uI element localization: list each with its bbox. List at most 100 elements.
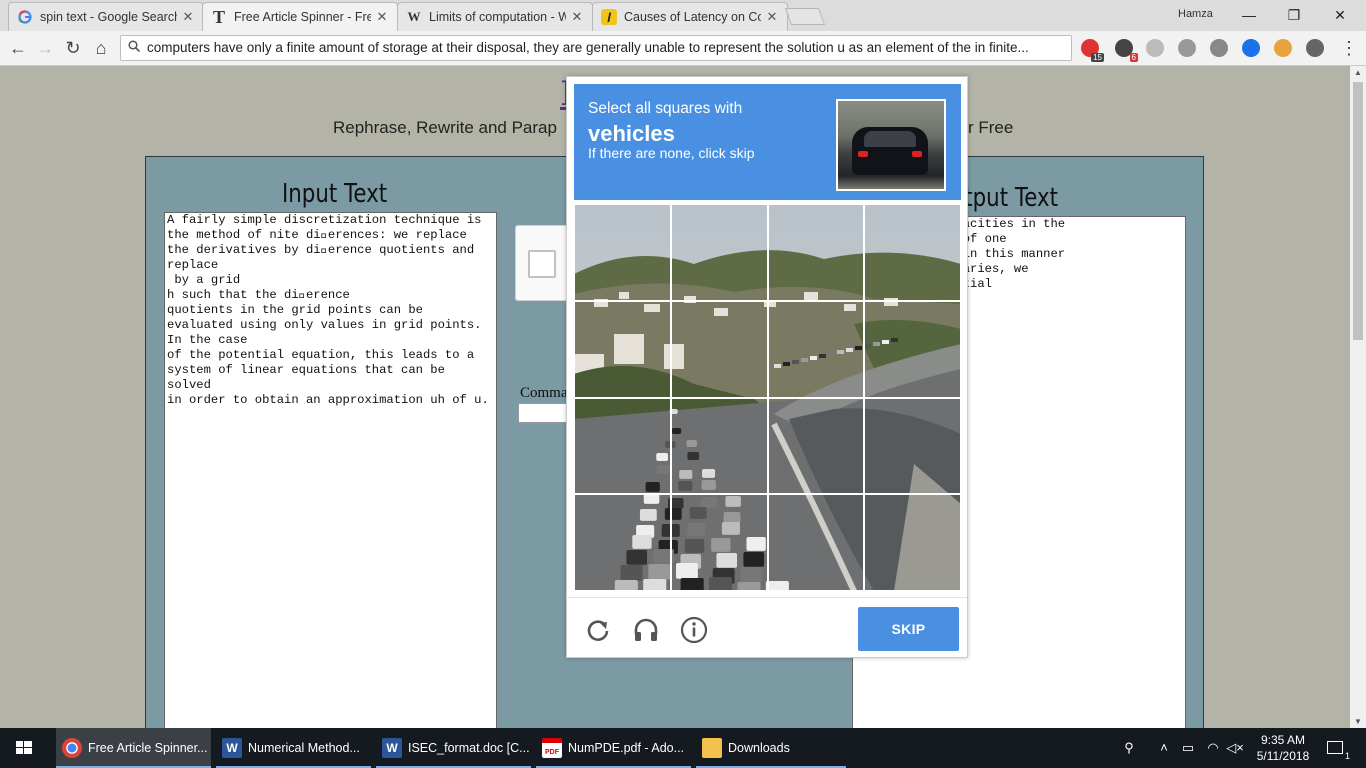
- taskbar-item-label: Numerical Method...: [248, 741, 360, 755]
- captcha-tile[interactable]: [864, 398, 961, 495]
- notification-center-icon[interactable]: 1: [1320, 728, 1350, 768]
- captcha-tile[interactable]: [671, 301, 768, 398]
- extension-puzzle-icon[interactable]: [1210, 39, 1228, 57]
- google-icon: [17, 9, 33, 25]
- captcha-tile[interactable]: [574, 494, 671, 591]
- captcha-tile[interactable]: [671, 398, 768, 495]
- forward-icon[interactable]: →: [32, 35, 58, 61]
- people-icon[interactable]: ⚲: [1118, 728, 1140, 768]
- extension-badge: 15: [1091, 53, 1104, 62]
- restore-icon[interactable]: ❐: [1274, 4, 1314, 26]
- browser-toolbar: ← → ↻ ⌂ computers have only a finite amo…: [0, 31, 1366, 66]
- site-icon: l: [601, 9, 617, 25]
- captcha-tile[interactable]: [768, 494, 865, 591]
- captcha-tile[interactable]: [671, 494, 768, 591]
- instruction-text: Select all squares with: [588, 100, 743, 117]
- scroll-up-icon[interactable]: ▲: [1350, 68, 1366, 77]
- word-icon: W: [222, 738, 242, 758]
- scroll-thumb[interactable]: [1353, 82, 1363, 340]
- windows-start-icon[interactable]: [0, 728, 48, 768]
- taskbar-item[interactable]: PDF NumPDE.pdf - Ado...: [536, 728, 691, 768]
- battery-icon[interactable]: ▭: [1178, 728, 1198, 768]
- taskbar-item[interactable]: Free Article Spinner...: [56, 728, 211, 768]
- scroll-down-icon[interactable]: ▼: [1350, 717, 1366, 726]
- headphones-icon[interactable]: [632, 616, 660, 644]
- taskbar-item[interactable]: W ISEC_format.doc [C...: [376, 728, 531, 768]
- back-icon[interactable]: ←: [5, 35, 31, 61]
- t-site-icon: T: [212, 6, 225, 27]
- windows-taskbar: Free Article Spinner... W Numerical Method…: [0, 728, 1366, 768]
- extension-badge: 6: [1129, 53, 1138, 62]
- extension-cube-icon[interactable]: [1178, 39, 1196, 57]
- search-icon: [128, 36, 141, 60]
- captcha-tile[interactable]: [574, 204, 671, 301]
- captcha-tile[interactable]: [768, 301, 865, 398]
- wikipedia-icon: W: [407, 9, 421, 24]
- captcha-tile[interactable]: [768, 204, 865, 301]
- chrome-icon: [62, 738, 82, 758]
- close-icon[interactable]: ✕: [375, 9, 389, 25]
- tab-title: Limits of computation - W: [429, 10, 566, 24]
- captcha-tile[interactable]: [768, 398, 865, 495]
- reload-challenge-icon[interactable]: [584, 616, 612, 644]
- tail-light: [858, 151, 868, 157]
- input-heading: Input Text: [282, 179, 388, 209]
- captcha-tile[interactable]: [671, 204, 768, 301]
- captcha-tile[interactable]: [574, 301, 671, 398]
- extension-wave-icon[interactable]: [1242, 39, 1260, 57]
- reload-icon[interactable]: ↻: [60, 35, 86, 61]
- close-window-icon[interactable]: ✕: [1320, 4, 1360, 26]
- profile-name[interactable]: Hamza: [1178, 8, 1213, 20]
- clock-date: 5/11/2018: [1256, 749, 1310, 763]
- recaptcha-checkbox[interactable]: [528, 250, 556, 278]
- info-icon[interactable]: [680, 616, 708, 644]
- minimize-icon[interactable]: —: [1229, 4, 1269, 26]
- folder-icon: [702, 738, 722, 758]
- tail-light: [912, 151, 922, 157]
- captcha-tile[interactable]: [864, 301, 961, 398]
- close-icon[interactable]: ✕: [765, 9, 779, 25]
- volume-muted-icon[interactable]: ◁×: [1224, 728, 1246, 768]
- extension-dark-icon[interactable]: 6: [1115, 39, 1138, 62]
- extension-grey-icon[interactable]: [1146, 39, 1164, 57]
- extension-red-icon[interactable]: 15: [1081, 39, 1104, 62]
- close-icon[interactable]: ✕: [570, 9, 584, 25]
- tab-latency[interactable]: l Causes of Latency on Co ✕: [592, 2, 788, 31]
- tab-title: spin text - Google Search: [40, 10, 177, 24]
- tab-title: Free Article Spinner - Free: [234, 10, 371, 24]
- captcha-instructions: Select all squares with vehicles If ther…: [574, 84, 961, 200]
- tray-chevron-icon[interactable]: ˄: [1154, 728, 1174, 768]
- taskbar-item-label: ISEC_format.doc [C...: [408, 741, 530, 755]
- notification-count: 1: [1344, 751, 1350, 761]
- clock-time: 9:35 AM: [1260, 733, 1306, 747]
- extension-pin-icon[interactable]: [1274, 39, 1292, 57]
- taskbar-item-label: Free Article Spinner...: [88, 741, 208, 755]
- wifi-icon[interactable]: ◠: [1202, 728, 1224, 768]
- close-icon[interactable]: ✕: [181, 9, 195, 25]
- command-label: Comma: [520, 385, 568, 401]
- address-bar[interactable]: computers have only a finite amount of s…: [120, 35, 1072, 61]
- pdf-icon: PDF: [542, 738, 562, 758]
- captcha-tile[interactable]: [574, 398, 671, 495]
- extension-dropper-icon[interactable]: [1306, 39, 1324, 57]
- menu-icon[interactable]: ⋮: [1336, 35, 1362, 61]
- captcha-image-grid: [574, 204, 961, 591]
- input-textarea[interactable]: A fairly simple discretization technique…: [164, 212, 497, 728]
- skip-button[interactable]: SKIP: [858, 607, 959, 651]
- tagline: Rephrase, Rewrite and Parap: [333, 118, 557, 137]
- page-scrollbar[interactable]: ▲ ▼: [1350, 66, 1366, 728]
- taskbar-item[interactable]: W Numerical Method...: [216, 728, 371, 768]
- new-tab-button[interactable]: [784, 8, 826, 25]
- captcha-footer: SKIP: [567, 597, 967, 659]
- captcha-tile[interactable]: [864, 204, 961, 301]
- skip-hint: If there are none, click skip: [588, 145, 755, 161]
- tab-wikipedia[interactable]: W Limits of computation - W ✕: [397, 2, 593, 31]
- taskbar-item[interactable]: Downloads: [696, 728, 846, 768]
- system-clock[interactable]: 9:35 AM 5/11/2018: [1248, 732, 1318, 764]
- target-object: vehicles: [588, 121, 675, 146]
- captcha-tile[interactable]: [864, 494, 961, 591]
- home-icon[interactable]: ⌂: [88, 35, 114, 61]
- tab-google-search[interactable]: spin text - Google Search ✕: [8, 2, 204, 31]
- tagline-end: r Free: [968, 118, 1014, 137]
- tab-article-spinner[interactable]: T Free Article Spinner - Free ✕: [202, 2, 398, 31]
